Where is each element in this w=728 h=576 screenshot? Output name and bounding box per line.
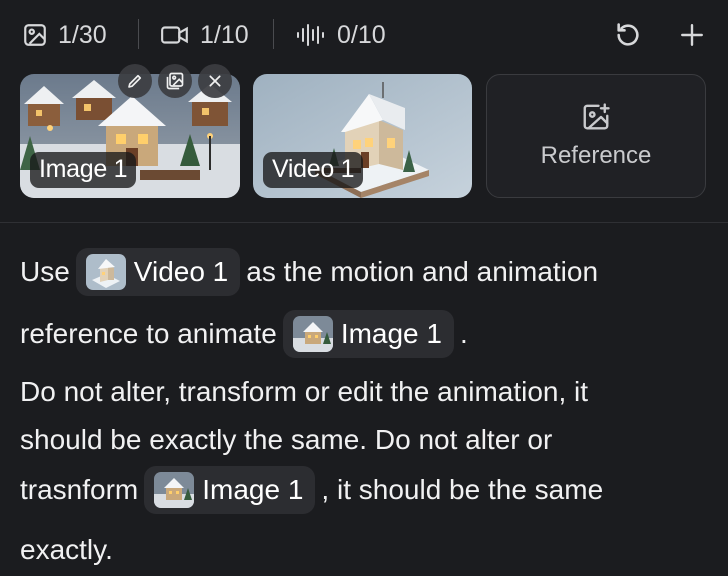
reset-icon	[617, 23, 639, 46]
prompt-line: Use Video 1 as the motion and animation	[20, 248, 598, 296]
audio-counter: 0/10	[295, 16, 386, 54]
image-chip[interactable]: Image 1	[282, 310, 454, 358]
remove-image-button[interactable]	[198, 64, 232, 98]
gallery-button[interactable]	[158, 64, 192, 98]
image-icon	[22, 22, 48, 48]
video-thumbnail[interactable]: Video 1	[253, 74, 472, 198]
image-chip-label: Image 1	[340, 318, 442, 349]
edit-button[interactable]	[118, 64, 152, 98]
prompt-text-segment: as the motion and animation	[246, 256, 599, 287]
video-chip-thumbnail	[85, 254, 126, 290]
prompt-line: Do not alter, transform or edit the anim…	[20, 376, 588, 408]
images-count: 1/30	[58, 20, 107, 49]
audio-count: 0/10	[337, 20, 386, 49]
image-actions	[118, 64, 232, 98]
prompt-text-segment: exactly.	[20, 534, 113, 565]
prompt-text-segment: Use	[20, 256, 70, 287]
add-media-button[interactable]	[672, 16, 712, 54]
separator	[273, 19, 274, 49]
prompt-line: trasnform Image 1 , it should be the sam…	[20, 466, 603, 514]
prompt-text-segment: reference to animate	[20, 318, 277, 349]
media-row: Image 1 Video 1 Reference	[0, 64, 728, 198]
image-chip[interactable]: Image 1	[144, 466, 316, 514]
image-chip-thumbnail	[154, 472, 195, 508]
videos-count: 1/10	[200, 20, 249, 49]
divider	[0, 222, 728, 223]
prompt-text-segment: , it should be the same	[321, 474, 604, 505]
images-counter: 1/30	[22, 16, 107, 54]
image-chip-thumbnail	[292, 316, 333, 352]
image-label: Image 1	[30, 152, 137, 188]
add-reference-button[interactable]: Reference	[486, 74, 706, 198]
prompt-text-segment: should be exactly the same. Do not alter…	[20, 424, 553, 455]
videos-counter: 1/10	[160, 16, 249, 54]
reset-button[interactable]	[608, 16, 648, 54]
prompt-text-segment: .	[459, 318, 468, 349]
add-image-icon	[583, 103, 610, 130]
reference-label: Reference	[540, 142, 652, 169]
prompt-line: exactly.	[20, 534, 113, 566]
prompt-text-segment: trasnform	[20, 474, 139, 505]
video-chip-label: Video 1	[133, 256, 229, 287]
gallery-icon	[166, 72, 184, 90]
close-icon	[209, 75, 221, 87]
video-chip[interactable]: Video 1	[75, 248, 241, 296]
plus-icon	[681, 24, 703, 46]
separator	[138, 19, 139, 49]
image-chip-label: Image 1	[202, 474, 304, 505]
video-camera-icon	[160, 23, 190, 47]
edit-icon	[128, 74, 142, 88]
prompt-text-segment: Do not alter, transform or edit the anim…	[20, 376, 589, 407]
video-label: Video 1	[263, 152, 364, 188]
prompt-line: should be exactly the same. Do not alter…	[20, 424, 552, 456]
audio-waveform-icon	[295, 22, 327, 48]
media-toolbar: 1/30 1/10 0/10	[0, 0, 728, 70]
prompt-line: reference to animate Image 1 .	[20, 310, 468, 358]
